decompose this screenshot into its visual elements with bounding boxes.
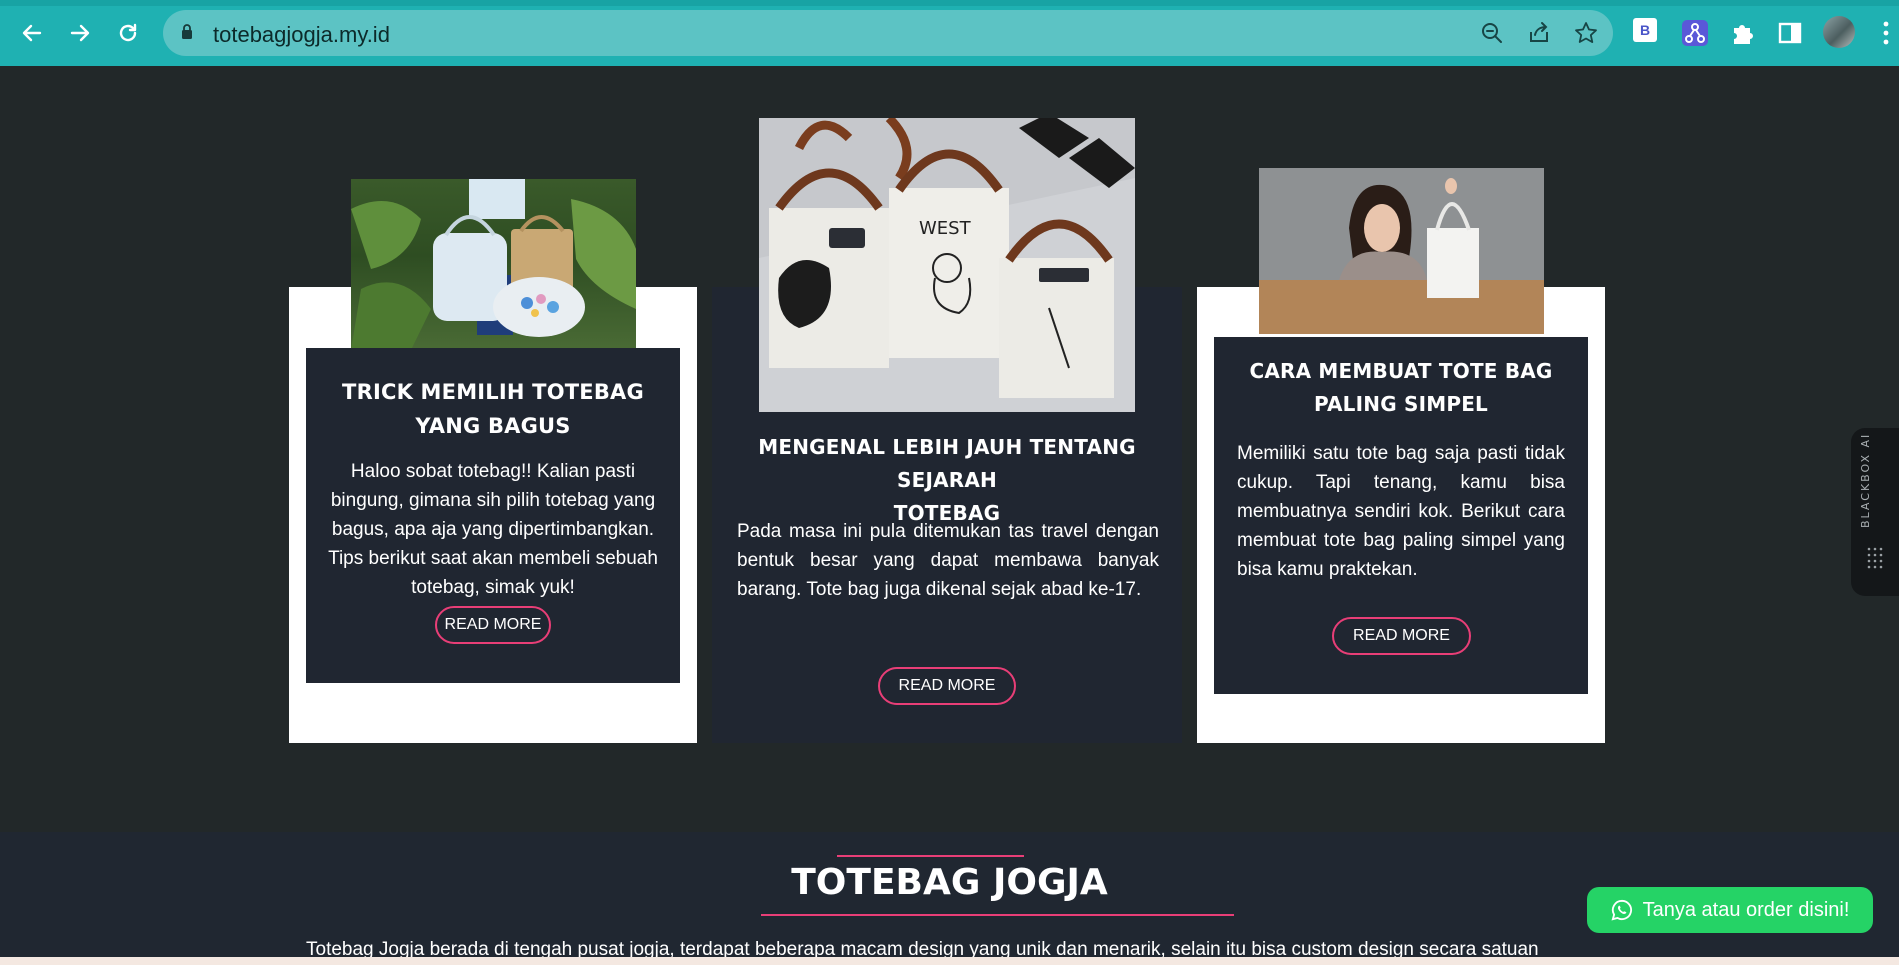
share-icon[interactable]	[1526, 20, 1552, 46]
card-3-read-more-button[interactable]: READ MORE	[1332, 617, 1471, 655]
bootstrap-icon[interactable]: B	[1633, 18, 1657, 42]
url-text: totebagjogja.my.id	[213, 22, 390, 47]
forward-arrow-icon[interactable]	[62, 15, 98, 51]
title-bottom-line	[761, 914, 1234, 916]
sidebar-icon[interactable]	[1775, 18, 1805, 48]
zoom-icon[interactable]	[1479, 20, 1505, 46]
card-1-title[interactable]: TRICK MEMILIH TOTEBAG YANG BAGUS	[306, 375, 680, 443]
dots-grid-icon	[1867, 547, 1883, 569]
bookmark-star-icon[interactable]	[1573, 20, 1599, 46]
avatar[interactable]	[1823, 16, 1855, 48]
card-2-photo-text: WEST	[919, 218, 972, 239]
tab-strip	[0, 0, 1899, 6]
whatsapp-icon	[1611, 899, 1632, 921]
browser-toolbar: totebagjogja.my.id B	[0, 0, 1899, 66]
card-3-title-line1: CARA MEMBUAT TOTE BAG	[1249, 359, 1553, 383]
whatsapp-label: Tanya atau order disini!	[1642, 898, 1850, 921]
card-3-body: CARA MEMBUAT TOTE BAG PALING SIMPEL Memi…	[1214, 337, 1588, 694]
card-2-excerpt: Pada masa ini pula ditemukan tas travel …	[737, 521, 1159, 600]
title-top-line	[837, 855, 1024, 857]
blackbox-label: BLACKBOX AI	[1859, 432, 1872, 528]
card-3-title[interactable]: CARA MEMBUAT TOTE BAG PALING SIMPEL	[1214, 355, 1588, 421]
card-1-read-more-button[interactable]: READ MORE	[435, 606, 551, 644]
card-1-body: TRICK MEMILIH TOTEBAG YANG BAGUS Haloo s…	[306, 348, 680, 683]
card-3-excerpt: Memiliki satu tote bag saja pasti tidak …	[1237, 443, 1565, 580]
back-arrow-icon[interactable]	[14, 15, 50, 51]
card-3-title-line2: PALING SIMPEL	[1313, 392, 1489, 416]
lock-icon	[182, 24, 192, 39]
address-bar[interactable]: totebagjogja.my.id	[163, 10, 1613, 56]
card-1-title-line2: YANG BAGUS	[415, 414, 571, 438]
card-3-photo	[1259, 168, 1544, 334]
card-1-excerpt: Haloo sobat totebag!! Kalian pasti bingu…	[328, 461, 658, 598]
blackbox-ai-tab[interactable]: BLACKBOX AI	[1851, 428, 1899, 596]
fork-icon[interactable]	[1680, 18, 1710, 48]
card-2-title[interactable]: MENGENAL LEBIH JAUH TENTANG SEJARAH TOTE…	[712, 431, 1182, 530]
card-1-photo	[351, 179, 636, 350]
puzzle-icon[interactable]	[1728, 18, 1758, 48]
card-1-title-line1: TRICK MEMILIH TOTEBAG	[342, 380, 644, 404]
kebab-menu-icon[interactable]	[1882, 20, 1890, 46]
reload-icon[interactable]	[110, 15, 146, 51]
card-2-photo: WEST	[759, 118, 1135, 412]
card-2-title-line1: MENGENAL LEBIH JAUH TENTANG SEJARAH	[758, 435, 1136, 492]
card-2-read-more-button[interactable]: READ MORE	[878, 667, 1016, 705]
whatsapp-order-button[interactable]: Tanya atau order disini!	[1587, 887, 1873, 933]
bottom-edge	[0, 957, 1899, 965]
